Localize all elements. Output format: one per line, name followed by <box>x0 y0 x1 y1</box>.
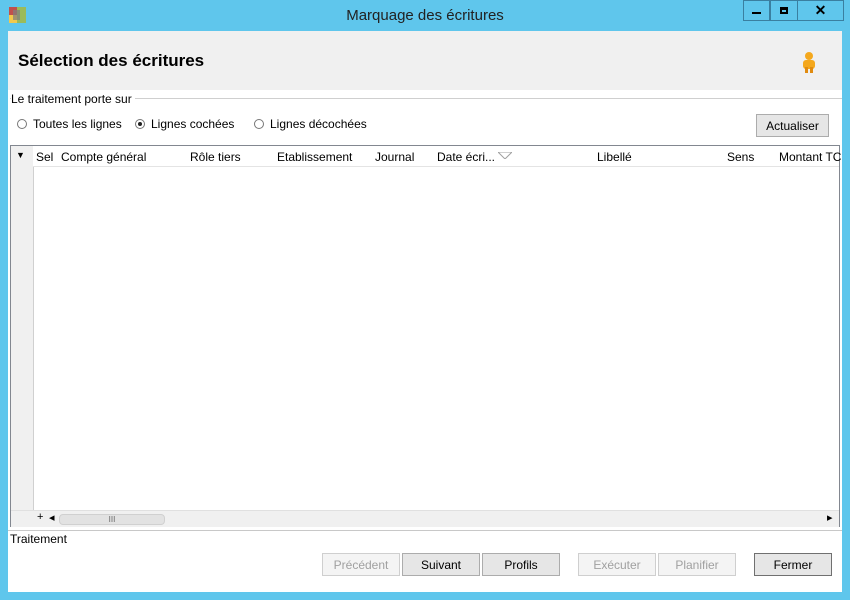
profiles-button[interactable]: Profils <box>482 553 560 576</box>
next-button[interactable]: Suivant <box>402 553 480 576</box>
title-bar: Marquage des écritures ✕ <box>0 0 850 30</box>
radio-unchecked-lines[interactable]: Lignes décochées <box>254 117 367 131</box>
maximize-button[interactable] <box>770 0 798 21</box>
radio-all-lines[interactable]: Toutes les lignes <box>17 117 122 131</box>
radio-unchecked-lines-label: Lignes décochées <box>270 117 367 131</box>
refresh-button[interactable]: Actualiser <box>756 114 829 137</box>
column-header-journal[interactable]: Journal <box>375 150 414 164</box>
minimize-icon <box>752 12 761 14</box>
page-header: Sélection des écritures <box>8 31 842 90</box>
grid-menu-icon[interactable]: ▼ <box>16 150 25 160</box>
column-header-sel[interactable]: Sel <box>36 150 53 164</box>
entries-grid[interactable]: ▼ Sel Compte général Rôle tiers Etabliss… <box>10 145 841 527</box>
sort-descending-icon <box>498 152 512 159</box>
column-header-etablissement[interactable]: Etablissement <box>277 150 352 164</box>
client-area: Sélection des écritures Le traitement po… <box>8 31 842 592</box>
radio-checked-lines[interactable]: Lignes cochées <box>135 117 234 131</box>
treatment-group-border <box>8 530 842 531</box>
minimize-button[interactable] <box>743 0 770 21</box>
grid-header: Sel Compte général Rôle tiers Etablissem… <box>33 146 841 167</box>
scroll-thumb-grip: III <box>108 515 116 524</box>
schedule-button-label: Planifier <box>675 557 719 572</box>
maximize-icon <box>780 7 788 14</box>
radio-checked-lines-label: Lignes cochées <box>151 117 235 131</box>
close-window-button[interactable]: ✕ <box>797 0 844 21</box>
filter-group-border <box>10 98 842 99</box>
user-icon[interactable] <box>800 51 818 73</box>
previous-button[interactable]: Précédent <box>322 553 400 576</box>
close-button-label: Fermer <box>773 557 813 572</box>
previous-button-label: Précédent <box>333 557 389 572</box>
horizontal-scrollbar[interactable]: + ◂ III ▸ <box>11 510 839 527</box>
column-header-montant[interactable]: Montant TC <box>779 150 841 164</box>
column-header-date[interactable]: Date écri... <box>437 150 495 164</box>
scroll-right-icon[interactable]: ▸ <box>827 511 833 524</box>
radio-checked-lines-circle[interactable] <box>135 119 145 129</box>
column-header-compte-general[interactable]: Compte général <box>61 150 146 164</box>
grid-row-header: ▼ <box>11 146 34 526</box>
scroll-left-icon[interactable]: ◂ <box>49 511 55 524</box>
column-header-libelle[interactable]: Libellé <box>597 150 632 164</box>
window: Marquage des écritures ✕ Sélection des é… <box>0 0 850 600</box>
execute-button[interactable]: Exécuter <box>578 553 656 576</box>
column-header-role-tiers[interactable]: Rôle tiers <box>190 150 241 164</box>
next-button-label: Suivant <box>420 557 462 572</box>
refresh-button-label: Actualiser <box>766 118 819 133</box>
radio-unchecked-lines-circle[interactable] <box>254 119 264 129</box>
execute-button-label: Exécuter <box>593 557 641 572</box>
radio-all-lines-circle[interactable] <box>17 119 27 129</box>
page-title: Sélection des écritures <box>18 51 205 70</box>
filter-group-label: Le traitement porte sur <box>11 92 135 106</box>
expand-icon[interactable]: + <box>37 511 43 523</box>
profiles-button-label: Profils <box>504 557 538 572</box>
schedule-button[interactable]: Planifier <box>658 553 736 576</box>
column-header-sens[interactable]: Sens <box>727 150 754 164</box>
window-title: Marquage des écritures <box>346 7 504 24</box>
treatment-group-label: Traitement <box>10 532 70 546</box>
scroll-thumb[interactable]: III <box>59 514 165 525</box>
close-icon: ✕ <box>814 2 827 18</box>
close-button[interactable]: Fermer <box>754 553 832 576</box>
radio-all-lines-label: Toutes les lignes <box>33 117 122 131</box>
